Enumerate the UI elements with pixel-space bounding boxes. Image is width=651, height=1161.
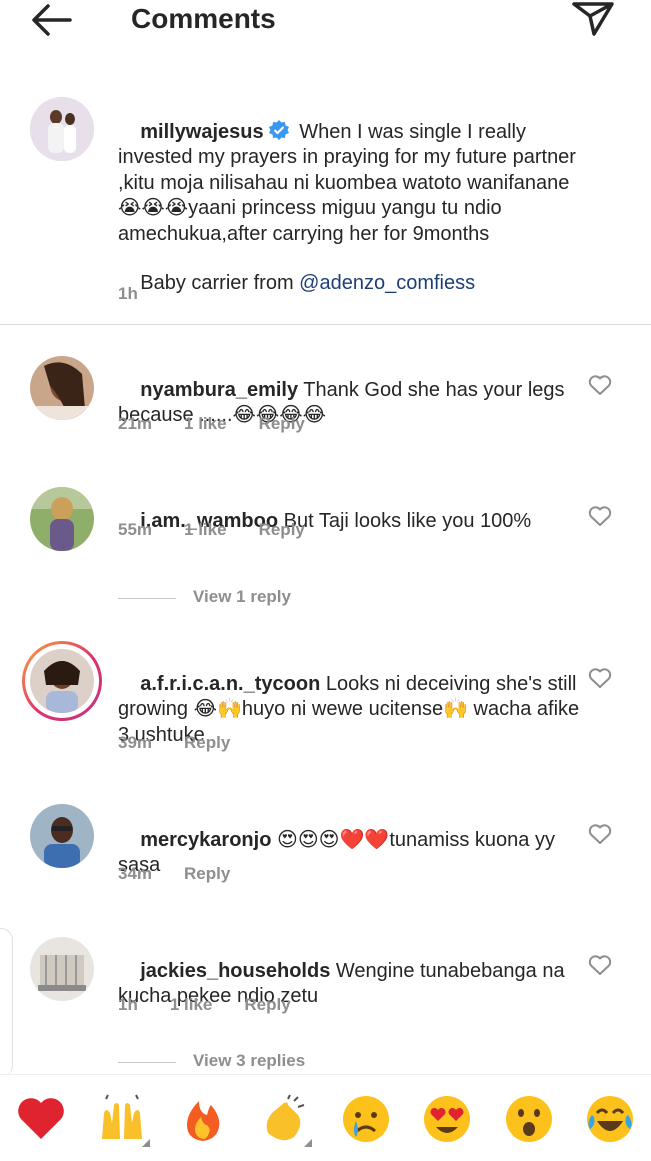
back-button[interactable] bbox=[30, 2, 74, 38]
page-title: Comments bbox=[131, 3, 276, 34]
comment-likes[interactable]: 1 like bbox=[184, 520, 227, 540]
emoji-raising-hands-button[interactable] bbox=[96, 1093, 150, 1147]
comment-item: mercykaronjo 😍😍😍❤️❤️tunamiss kuona yy sa… bbox=[0, 802, 651, 902]
comment-username[interactable]: mercykaronjo bbox=[140, 829, 271, 851]
divider bbox=[0, 324, 651, 325]
comment-username[interactable]: jackies_households bbox=[140, 960, 330, 982]
reply-button[interactable]: Reply bbox=[259, 414, 305, 434]
like-heart-icon[interactable] bbox=[588, 505, 612, 527]
emoji-heart-eyes-button[interactable] bbox=[421, 1093, 473, 1145]
comment-item: nyambura_emily Thank God she has your le… bbox=[0, 352, 651, 462]
emoji-tears-of-joy-button[interactable] bbox=[584, 1093, 636, 1145]
paper-plane-icon bbox=[572, 2, 614, 36]
clapping-hands-icon bbox=[266, 1094, 305, 1141]
emoji-surprised-button[interactable] bbox=[503, 1093, 555, 1145]
comment-likes[interactable]: 1 like bbox=[170, 995, 213, 1015]
like-heart-icon[interactable] bbox=[588, 374, 612, 396]
comment-time: 34m bbox=[118, 864, 153, 883]
verified-badge-icon bbox=[268, 119, 289, 140]
avatar-story-ring[interactable] bbox=[22, 641, 102, 721]
variant-indicator bbox=[142, 1139, 150, 1147]
avatar[interactable] bbox=[30, 487, 94, 551]
red-heart-icon bbox=[18, 1098, 64, 1139]
tears-of-joy-face-icon bbox=[587, 1096, 633, 1142]
comment-time: 55m bbox=[118, 520, 153, 539]
avatar[interactable] bbox=[30, 804, 94, 868]
view-replies-label: View 1 reply bbox=[193, 587, 291, 606]
comment-likes[interactable]: 1 like bbox=[184, 414, 227, 434]
arrow-left-icon bbox=[32, 4, 72, 36]
avatar[interactable] bbox=[30, 937, 94, 1001]
comment-time: 1h bbox=[118, 995, 138, 1014]
emoji-heart-button[interactable] bbox=[15, 1093, 67, 1145]
like-heart-icon[interactable] bbox=[588, 667, 612, 689]
caption-username[interactable]: millywajesus bbox=[140, 121, 263, 143]
emoji-crying-button[interactable] bbox=[340, 1093, 392, 1145]
variant-indicator bbox=[304, 1139, 312, 1147]
comment-time: 21m bbox=[118, 414, 153, 433]
emoji-fire-button[interactable] bbox=[177, 1093, 229, 1145]
heart-eyes-face-icon bbox=[424, 1096, 470, 1142]
avatar[interactable] bbox=[30, 356, 94, 420]
crying-face-icon bbox=[343, 1096, 389, 1142]
raising-hands-icon bbox=[102, 1094, 142, 1139]
header-bar: Comments bbox=[0, 0, 651, 50]
emoji-clapping-button[interactable] bbox=[258, 1093, 312, 1147]
edge-panel-handle[interactable] bbox=[0, 928, 13, 1077]
emoji-reaction-bar bbox=[0, 1074, 651, 1161]
reply-button[interactable]: Reply bbox=[184, 733, 230, 753]
comment-item: a.f.r.i.c.a.n._tycoon Looks ni deceiving… bbox=[0, 641, 651, 766]
view-replies-label: View 3 replies bbox=[193, 1051, 306, 1070]
share-button[interactable] bbox=[570, 0, 616, 38]
comment-username[interactable]: nyambura_emily bbox=[140, 379, 298, 401]
fire-icon bbox=[187, 1101, 220, 1141]
like-heart-icon[interactable] bbox=[588, 954, 612, 976]
mention-link[interactable]: @adenzo_comfiess bbox=[299, 272, 475, 294]
comment-item: i.am._wamboo But Taji looks like you 100… bbox=[0, 483, 651, 613]
reply-button[interactable]: Reply bbox=[259, 520, 305, 540]
comment-time: 39m bbox=[118, 733, 153, 752]
reply-button[interactable]: Reply bbox=[184, 864, 230, 884]
reply-thread-line bbox=[118, 598, 176, 599]
caption-time: 1h bbox=[118, 284, 138, 303]
reply-thread-line bbox=[118, 1062, 176, 1063]
surprised-face-icon bbox=[506, 1096, 552, 1142]
avatar[interactable] bbox=[30, 97, 94, 161]
comment-username[interactable]: a.f.r.i.c.a.n._tycoon bbox=[140, 673, 320, 695]
reply-button[interactable]: Reply bbox=[244, 995, 290, 1015]
comment-item: jackies_households Wengine tunabebanga n… bbox=[0, 933, 651, 1073]
post-caption: millywajesus When I was single I really … bbox=[0, 85, 651, 325]
like-heart-icon[interactable] bbox=[588, 823, 612, 845]
